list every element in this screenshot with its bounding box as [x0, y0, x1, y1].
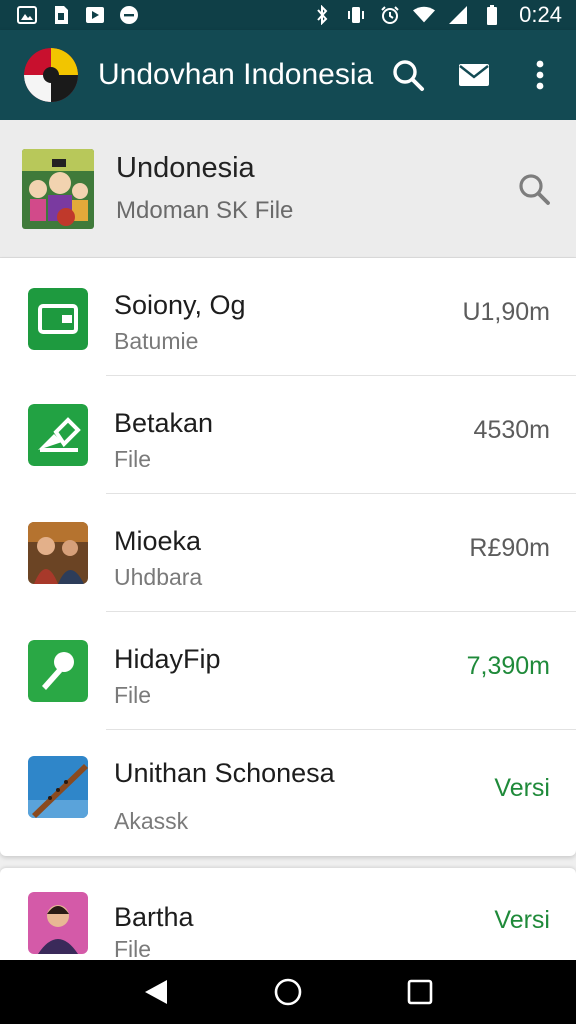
- more-vert-icon[interactable]: [522, 57, 558, 93]
- pin-app-icon: [28, 640, 88, 702]
- list-item-title: Bartha: [114, 902, 194, 932]
- bluetooth-icon: [311, 5, 333, 25]
- list-item[interactable]: Bartha File Versi: [0, 868, 576, 968]
- sim-notification-icon: [50, 5, 72, 25]
- app-logo: [24, 48, 78, 102]
- alarm-icon: [379, 5, 401, 25]
- back-icon[interactable]: [136, 972, 176, 1012]
- list-item-meta: Versi: [494, 906, 550, 934]
- status-bar-system: 0:24: [311, 2, 562, 28]
- chat-notification-icon: [118, 5, 140, 25]
- list-item-subtitle: Uhdbara: [114, 564, 203, 590]
- list-item-title: Mioeka: [114, 526, 202, 556]
- list-item-meta: 7,390m: [466, 652, 550, 680]
- list-item[interactable]: Betakan File 4530m: [0, 376, 576, 494]
- list-item-subtitle: Akassk: [114, 808, 189, 834]
- header-item[interactable]: Undonesia Mdoman SK File: [0, 120, 576, 258]
- header-search-icon[interactable]: [512, 167, 556, 211]
- app-title: Undovhan Indonesia: [98, 58, 374, 91]
- edit-app-icon: [28, 404, 88, 466]
- photo-thumbnail-icon: [28, 522, 88, 584]
- list-item[interactable]: Mioeka Uhdbara R£90m: [0, 494, 576, 612]
- navigation-bar: [0, 960, 576, 1024]
- vibrate-icon: [345, 5, 367, 25]
- status-bar: 0:24: [0, 0, 576, 30]
- battery-icon: [481, 5, 503, 25]
- list-item-title: Unithan Schonesa: [114, 758, 335, 788]
- list-item-subtitle: File: [114, 446, 152, 472]
- list-item[interactable]: Soiony, Og Batumie U1,90m: [0, 258, 576, 376]
- list-item-subtitle: Batumie: [114, 328, 199, 354]
- wifi-icon: [413, 5, 436, 25]
- list-item-subtitle: File: [114, 682, 152, 708]
- list-item[interactable]: HidayFip File 7,390m: [0, 612, 576, 730]
- list-item-title: Betakan: [114, 408, 214, 438]
- signal-icon: [447, 5, 469, 25]
- flute-thumbnail-icon: [28, 756, 88, 818]
- header-subtitle: Mdoman SK File: [116, 197, 294, 224]
- person-thumbnail-icon: [28, 892, 88, 954]
- search-icon[interactable]: [390, 57, 426, 93]
- list-card: Bartha File Versi: [0, 868, 576, 968]
- recents-icon[interactable]: [400, 972, 440, 1012]
- mail-icon[interactable]: [456, 57, 492, 93]
- list-item-meta: U1,90m: [462, 298, 550, 326]
- list-item-title: HidayFip: [114, 644, 221, 674]
- list-item[interactable]: Unithan Schonesa Akassk Versi: [0, 730, 576, 856]
- list-item-subtitle: File: [114, 936, 152, 962]
- list-item-meta: 4530m: [473, 416, 550, 444]
- list-item-meta: R£90m: [469, 534, 550, 562]
- gallery-notification-icon: [16, 5, 38, 25]
- app-bar: Undovhan Indonesia: [0, 30, 576, 120]
- list-item-title: Soiony, Og: [114, 290, 246, 320]
- header-thumbnail-icon: [22, 148, 94, 229]
- status-bar-time: 0:24: [519, 2, 562, 27]
- list-item-meta: Versi: [494, 774, 550, 802]
- status-bar-notifications: [16, 5, 140, 25]
- media-notification-icon: [84, 5, 106, 25]
- wallet-app-icon: [28, 288, 88, 350]
- home-icon[interactable]: [268, 972, 308, 1012]
- header-title: Undonesia: [116, 152, 255, 184]
- list-card: Soiony, Og Batumie U1,90m Betakan File 4…: [0, 258, 576, 856]
